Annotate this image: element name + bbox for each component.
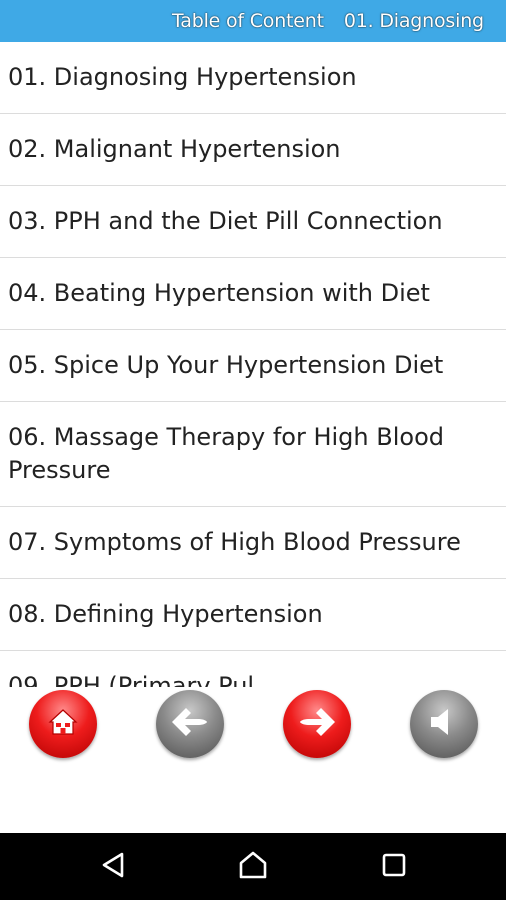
list-item-label: 08. Defining Hypertension (8, 600, 323, 628)
top-bar: Table of Content 01. Diagnosing (0, 0, 506, 42)
list-item[interactable]: 03. PPH and the Diet Pill Connection (0, 186, 506, 258)
tab-strip: Table of Content 01. Diagnosing (172, 0, 484, 42)
sound-button[interactable] (410, 690, 478, 758)
home-icon (46, 705, 80, 743)
list-item-label: 07. Symptoms of High Blood Pressure (8, 528, 461, 556)
previous-button[interactable] (156, 690, 224, 758)
list-item[interactable]: 08. Defining Hypertension (0, 579, 506, 651)
list-item-label: 06. Massage Therapy for High Blood Press… (8, 423, 444, 484)
list-item[interactable]: 09. PPH (Primary Pul (0, 651, 506, 687)
list-item-label: 03. PPH and the Diet Pill Connection (8, 207, 443, 235)
circle-home-icon (237, 849, 269, 885)
list-item[interactable]: 05. Spice Up Your Hypertension Diet (0, 330, 506, 402)
list-item-label: 05. Spice Up Your Hypertension Diet (8, 351, 444, 379)
bottom-controls (0, 687, 506, 833)
list-item[interactable]: 04. Beating Hypertension with Diet (0, 258, 506, 330)
arrow-right-icon (294, 699, 340, 749)
chapter-list: 01. Diagnosing Hypertension 02. Malignan… (0, 42, 506, 687)
system-home-button[interactable] (236, 850, 270, 884)
tab-01-diagnosing[interactable]: 01. Diagnosing (344, 10, 484, 32)
system-navigation-bar (0, 833, 506, 900)
list-item-label: 09. PPH (Primary Pul (8, 672, 255, 687)
square-recents-icon (381, 852, 407, 882)
list-item-label: 04. Beating Hypertension with Diet (8, 279, 430, 307)
next-button[interactable] (283, 690, 351, 758)
system-back-button[interactable] (96, 850, 130, 884)
arrow-left-icon (167, 699, 213, 749)
tab-table-of-content[interactable]: Table of Content (172, 10, 324, 32)
list-item[interactable]: 07. Symptoms of High Blood Pressure (0, 507, 506, 579)
list-item[interactable]: 01. Diagnosing Hypertension (0, 42, 506, 114)
list-item[interactable]: 06. Massage Therapy for High Blood Press… (0, 402, 506, 507)
list-item[interactable]: 02. Malignant Hypertension (0, 114, 506, 186)
triangle-back-icon (100, 851, 126, 883)
system-recents-button[interactable] (377, 850, 411, 884)
list-item-label: 02. Malignant Hypertension (8, 135, 341, 163)
home-button[interactable] (29, 690, 97, 758)
speaker-icon (426, 704, 462, 744)
list-item-label: 01. Diagnosing Hypertension (8, 63, 357, 91)
